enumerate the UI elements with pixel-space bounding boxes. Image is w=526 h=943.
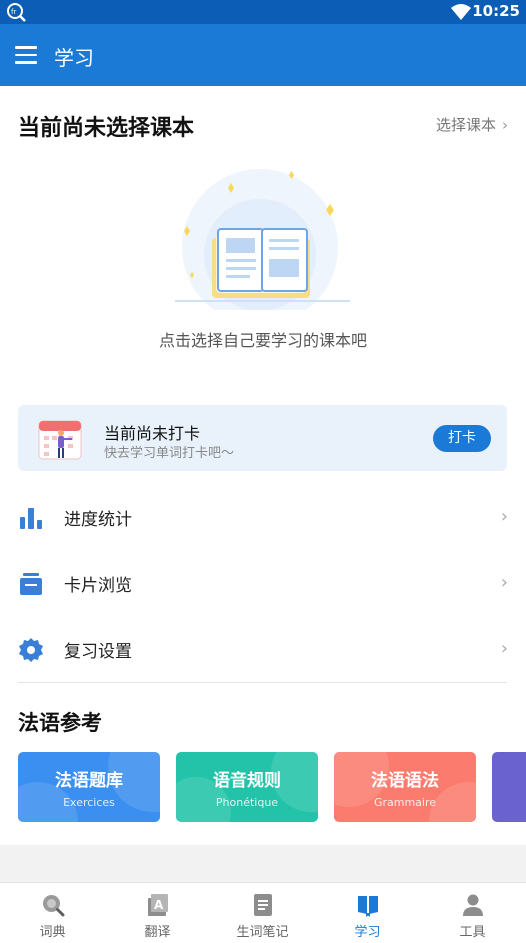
checkin-subtitle: 快去学习单词打卡吧〜: [104, 446, 235, 461]
menu-item-progress-stats[interactable]: 进度统计 ›: [0, 487, 526, 547]
translate-icon: A: [148, 894, 168, 916]
dictionary-search-icon: [43, 895, 65, 917]
menu-item-review-settings[interactable]: 复习设置 ›: [0, 619, 526, 679]
status-bar: fr 10:25: [0, 0, 526, 24]
nav-label: 词典: [39, 925, 66, 940]
divider: [18, 682, 507, 683]
nav-label: 翻译: [144, 925, 171, 940]
card-partial-next[interactable]: [492, 752, 526, 822]
book-icon: [358, 896, 378, 917]
menu-icon[interactable]: [15, 46, 37, 64]
card-subtitle: Grammaire: [373, 796, 437, 809]
select-textbook-label: 选择课本: [435, 116, 496, 134]
nav-translate[interactable]: A 翻译: [105, 883, 210, 943]
card-title: 法语语法: [371, 771, 439, 791]
nav-label: 生词笔记: [236, 925, 289, 940]
french-reference-title: 法语参考: [18, 711, 102, 735]
cards-icon: [20, 573, 42, 595]
chevron-right-icon: ›: [502, 116, 508, 134]
card-phonetics[interactable]: 语音规则 Phonétique: [176, 752, 318, 822]
card-title: 语音规则: [213, 771, 281, 791]
card-title: 法语题库: [55, 771, 123, 791]
nav-tools[interactable]: 工具: [420, 883, 525, 943]
wifi-icon: [451, 4, 471, 20]
select-textbook-link[interactable]: 选择课本 ›: [436, 114, 508, 135]
bottom-navigation: 词典 A 翻译 生词笔记 学习 工具: [0, 882, 526, 942]
card-exercises[interactable]: 法语题库 Exercices: [18, 752, 160, 822]
empty-textbook-hint[interactable]: 点击选择自己要学习的课本吧: [0, 327, 526, 351]
content-bottom-spacer: [0, 845, 526, 882]
checkin-button[interactable]: 打卡: [433, 425, 491, 452]
chevron-right-icon: ›: [500, 506, 508, 527]
empty-book-illustration[interactable]: [170, 165, 360, 310]
app-notification-icon: fr: [7, 3, 26, 22]
app-bar: 学习: [0, 24, 526, 86]
nav-study[interactable]: 学习: [315, 883, 420, 943]
nav-dictionary[interactable]: 词典: [0, 883, 105, 943]
gear-icon: [19, 638, 43, 662]
menu-item-label: 复习设置: [64, 642, 132, 662]
bar-chart-icon: [20, 508, 42, 529]
textbook-status-title: 当前尚未选择课本: [18, 116, 195, 141]
nav-vocab-notes[interactable]: 生词笔记: [210, 883, 315, 943]
svg-text:A: A: [154, 898, 164, 912]
status-time: 10:25: [472, 2, 520, 20]
person-icon: [463, 894, 483, 916]
menu-item-label: 进度统计: [64, 510, 132, 530]
chevron-right-icon: ›: [500, 572, 508, 593]
card-subtitle: Exercices: [63, 796, 115, 809]
menu-item-label: 卡片浏览: [64, 576, 132, 596]
nav-label: 工具: [459, 925, 486, 940]
calendar-checkin-icon: [38, 420, 82, 460]
notebook-icon: [254, 894, 272, 916]
menu-item-card-browse[interactable]: 卡片浏览 ›: [0, 553, 526, 613]
card-grammar[interactable]: 法语语法 Grammaire: [334, 752, 476, 822]
nav-label: 学习: [354, 925, 381, 940]
card-subtitle: Phonétique: [215, 796, 279, 809]
checkin-card[interactable]: 当前尚未打卡 快去学习单词打卡吧〜 打卡: [18, 405, 507, 471]
checkin-title: 当前尚未打卡: [104, 424, 201, 443]
svg-text:fr: fr: [11, 8, 16, 16]
chevron-right-icon: ›: [500, 638, 508, 659]
app-bar-title: 学习: [54, 46, 94, 70]
